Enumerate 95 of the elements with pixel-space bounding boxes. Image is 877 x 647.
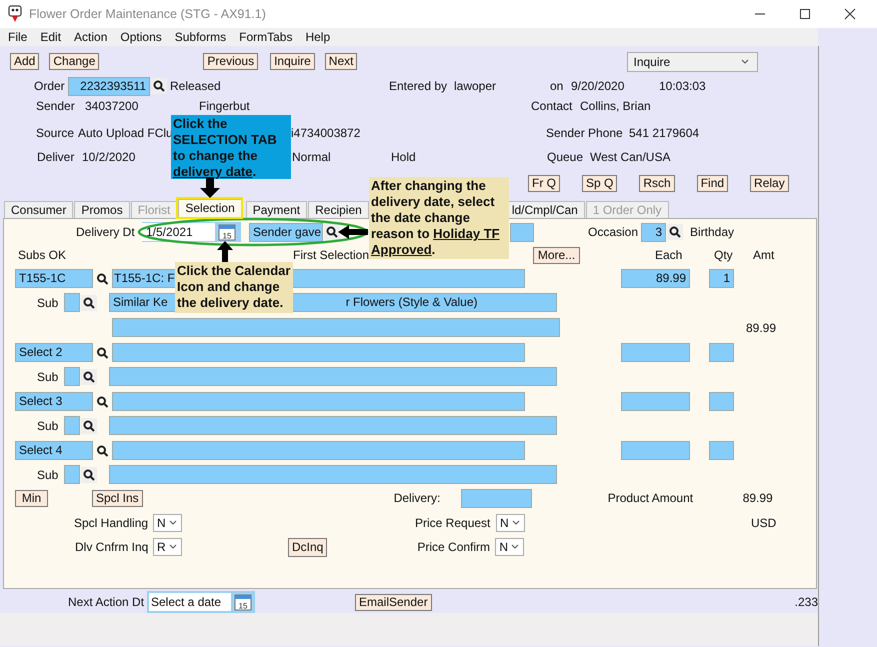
toolbar-button[interactable]: Next bbox=[324, 53, 358, 70]
on-label: on bbox=[550, 79, 564, 93]
min-button[interactable]: Min bbox=[15, 490, 48, 506]
item-code-field[interactable]: Select 4 bbox=[15, 441, 93, 460]
menu-item[interactable]: Options bbox=[120, 30, 162, 44]
product-amount-value: 89.99 bbox=[742, 491, 773, 505]
menu-item[interactable]: Subforms bbox=[174, 30, 226, 44]
special-handling-label: Spcl Handling bbox=[74, 516, 148, 530]
more-button[interactable]: More... bbox=[533, 246, 580, 264]
order-label: Order bbox=[34, 79, 65, 93]
instruction-tooltip: Click the SELECTION TAB to change the delivery date. bbox=[171, 115, 291, 179]
queue-button[interactable]: Relay bbox=[750, 175, 789, 192]
delivery-confirm-select[interactable]: R bbox=[153, 538, 182, 556]
toolbar-button[interactable]: Previous bbox=[203, 53, 258, 70]
contact-label: Contact bbox=[531, 99, 572, 113]
queue-button[interactable]: Fr Q bbox=[528, 175, 560, 192]
special-handling-select[interactable]: N bbox=[153, 514, 182, 532]
toolbar-button[interactable]: Add bbox=[10, 53, 40, 70]
deliver-date: 10/2/2020 bbox=[82, 150, 136, 164]
item-code-field[interactable]: T155-1C bbox=[15, 269, 93, 288]
window-title: Flower Order Maintenance (STG - AX91.1) bbox=[29, 7, 266, 21]
hold-text: Hold bbox=[391, 150, 416, 164]
sender-value: 34037200 bbox=[85, 99, 138, 113]
status-text: Released bbox=[170, 79, 221, 93]
tab[interactable]: Selection bbox=[178, 199, 242, 218]
entered-by-value: lawoper bbox=[454, 79, 496, 93]
sender-label: Sender bbox=[36, 99, 75, 113]
menu-item[interactable]: Action bbox=[74, 30, 108, 44]
entered-by-label: Entered by bbox=[389, 79, 448, 93]
sub-description-text: Similar Ke bbox=[113, 294, 168, 311]
queue-button[interactable]: Sp Q bbox=[582, 175, 618, 192]
instruction-tooltip: After changing the delivery date, select the date change reason to Holiday TF Approved. bbox=[369, 177, 509, 259]
subs-ok-label: Subs OK bbox=[18, 248, 66, 262]
toolbar-button[interactable]: Inquire bbox=[270, 53, 315, 70]
entered-time: 10:03:03 bbox=[659, 79, 706, 93]
special-instructions-button[interactable]: Spcl Ins bbox=[92, 490, 143, 506]
price-confirm-label: Price Confirm bbox=[417, 540, 490, 554]
tab[interactable]: Consumer bbox=[4, 201, 74, 218]
source-label: Source bbox=[36, 126, 74, 140]
first-selection-label: First Selection bbox=[293, 248, 370, 262]
toolbar-button[interactable]: Change bbox=[49, 53, 100, 70]
menu-item[interactable]: FormTabs bbox=[239, 30, 292, 44]
mode-dropdown[interactable]: Inquire bbox=[627, 52, 758, 72]
contact-value: Collins, Brian bbox=[580, 99, 651, 113]
source-reference: i4734003872 bbox=[291, 126, 360, 140]
next-action-date-field[interactable]: Select a date bbox=[149, 593, 231, 611]
amount-value: 89.99 bbox=[746, 320, 776, 334]
sub-label: Sub bbox=[37, 370, 58, 384]
entered-date: 9/20/2020 bbox=[571, 79, 624, 93]
sub-label: Sub bbox=[37, 296, 58, 310]
reason-field[interactable]: Sender gave bbox=[249, 222, 323, 242]
each-price-field[interactable]: 89.99 bbox=[621, 269, 690, 288]
menu-item[interactable]: File bbox=[8, 30, 28, 44]
deliver-label: Deliver bbox=[37, 150, 74, 164]
tab[interactable]: Recipien bbox=[308, 201, 369, 218]
queue-label: Queue bbox=[547, 150, 584, 164]
item-code-field[interactable]: Select 2 bbox=[15, 343, 93, 362]
currency-text: USD bbox=[751, 516, 776, 530]
sender-phone-value: 541 2179604 bbox=[629, 126, 700, 140]
sub-label: Sub bbox=[37, 468, 58, 482]
priority-text: Normal bbox=[292, 150, 331, 164]
occasion-field[interactable]: 3 bbox=[641, 222, 666, 242]
sub-label: Sub bbox=[37, 418, 58, 432]
calendar-icon[interactable]: 15 bbox=[218, 223, 236, 241]
delivery-confirm-label: Dlv Cnfrm Inq bbox=[75, 540, 148, 554]
order-field[interactable]: 2232393511 bbox=[68, 76, 150, 96]
instruction-tooltip: Click the Calendar Icon and change the delivery date. bbox=[175, 262, 293, 313]
sender-name: Fingerbut bbox=[199, 99, 250, 113]
queue-button[interactable]: Rsch bbox=[639, 175, 675, 192]
delivery-date-label: Delivery Dt bbox=[76, 225, 135, 239]
column-header: Each bbox=[655, 248, 682, 262]
product-amount-label: Product Amount bbox=[608, 491, 694, 505]
column-header: Qty bbox=[714, 248, 733, 262]
tab[interactable]: Promos bbox=[74, 201, 130, 218]
price-request-select[interactable]: N bbox=[496, 514, 525, 532]
sender-phone-label: Sender Phone bbox=[546, 126, 623, 140]
tab[interactable]: Payment bbox=[246, 201, 308, 218]
occasion-name: Birthday bbox=[690, 225, 734, 239]
occasion-label: Occasion bbox=[588, 225, 638, 239]
price-request-label: Price Request bbox=[415, 516, 490, 530]
calendar-icon[interactable]: 15 bbox=[234, 593, 252, 611]
menu-item[interactable]: Edit bbox=[40, 30, 62, 44]
item-code-field[interactable]: Select 3 bbox=[15, 392, 93, 411]
column-header: Amt bbox=[753, 248, 774, 262]
code-text: .233 bbox=[794, 595, 818, 609]
queue-value: West Can/USA bbox=[590, 150, 670, 164]
quantity-field[interactable]: 1 bbox=[709, 269, 734, 288]
delivery-label: Delivery: bbox=[394, 491, 440, 505]
queue-button[interactable]: Find bbox=[696, 175, 728, 192]
next-action-label: Next Action Dt bbox=[68, 595, 144, 609]
menu-item[interactable]: Help bbox=[305, 30, 330, 44]
dcinq-button[interactable]: DcInq bbox=[288, 538, 328, 556]
price-confirm-select[interactable]: N bbox=[495, 538, 524, 556]
email-sender-button[interactable]: EmailSender bbox=[355, 594, 432, 610]
sub-description-text: r Flowers (Style & Value) bbox=[346, 294, 478, 311]
